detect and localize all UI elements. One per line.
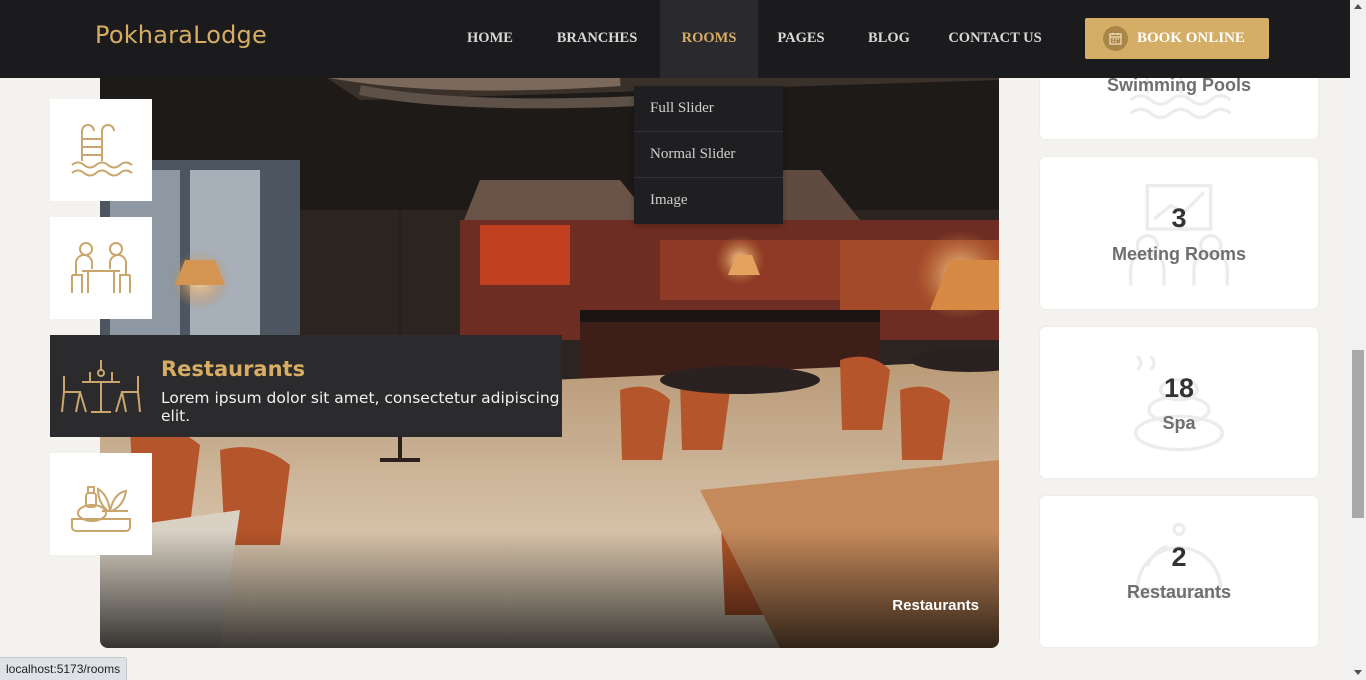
stat-label: Swimming Pools (1106, 75, 1252, 95)
brand-logo[interactable]: PokharaLodge (95, 21, 267, 49)
meeting-room-icon (1129, 184, 1229, 286)
stat-number: 18 (1163, 373, 1195, 403)
nav-home[interactable]: HOME (454, 0, 526, 78)
swimming-pool-icon (71, 124, 133, 177)
top-navbar: PokharaLodge HOME BRANCHES ROOMS PAGES B… (0, 0, 1350, 78)
page-scrollbar[interactable] (1350, 0, 1366, 680)
book-online-label: BOOK ONLINE (1137, 30, 1245, 46)
feature-tile-spa[interactable] (50, 453, 152, 555)
spa-icon (71, 486, 131, 532)
stat-number: 3 (1171, 203, 1187, 233)
nav-branches[interactable]: BRANCHES (540, 0, 654, 78)
menu-item-full-slider[interactable]: Full Slider (634, 86, 783, 132)
menu-item-image[interactable]: Image (634, 178, 783, 224)
calendar-icon (1103, 26, 1128, 51)
stat-number: 2 (1171, 542, 1187, 572)
stat-label: Meeting Rooms (1111, 244, 1246, 264)
scroll-up-arrow-icon[interactable] (1354, 4, 1362, 9)
restaurant-icon (61, 360, 141, 413)
nav-pages[interactable]: PAGES (764, 0, 838, 78)
scroll-down-arrow-icon[interactable] (1354, 670, 1362, 675)
nav-contact-us[interactable]: CONTACT US (940, 0, 1050, 78)
meeting-room-icon (71, 242, 131, 293)
browser-status-bar: localhost:5173/rooms (0, 657, 128, 680)
feature-tile-pool[interactable] (50, 99, 152, 201)
feature-description: Lorem ipsum dolor sit amet, consectetur … (161, 389, 560, 425)
scrollbar-thumb[interactable] (1352, 350, 1364, 518)
nav-blog[interactable]: BLOG (856, 0, 922, 78)
feature-title: Restaurants (161, 357, 306, 381)
stat-card-spa: 18 Spa (1040, 327, 1318, 478)
hero-caption: Restaurants (892, 597, 979, 614)
rooms-dropdown-menu: Full Slider Normal Slider Image (634, 86, 783, 224)
stat-label: Restaurants (1126, 582, 1232, 602)
nav-rooms[interactable]: ROOMS (660, 0, 758, 78)
menu-item-normal-slider[interactable]: Normal Slider (634, 132, 783, 178)
stat-card-meeting: 3 Meeting Rooms (1040, 157, 1318, 309)
stat-card-restaurants: 2 Restaurants (1040, 496, 1318, 647)
feature-tile-meeting[interactable] (50, 217, 152, 319)
feature-tile-restaurant[interactable]: Restaurants Lorem ipsum dolor sit amet, … (50, 335, 562, 437)
book-online-button[interactable]: BOOK ONLINE (1085, 18, 1269, 59)
stat-label: Spa (1162, 413, 1196, 433)
